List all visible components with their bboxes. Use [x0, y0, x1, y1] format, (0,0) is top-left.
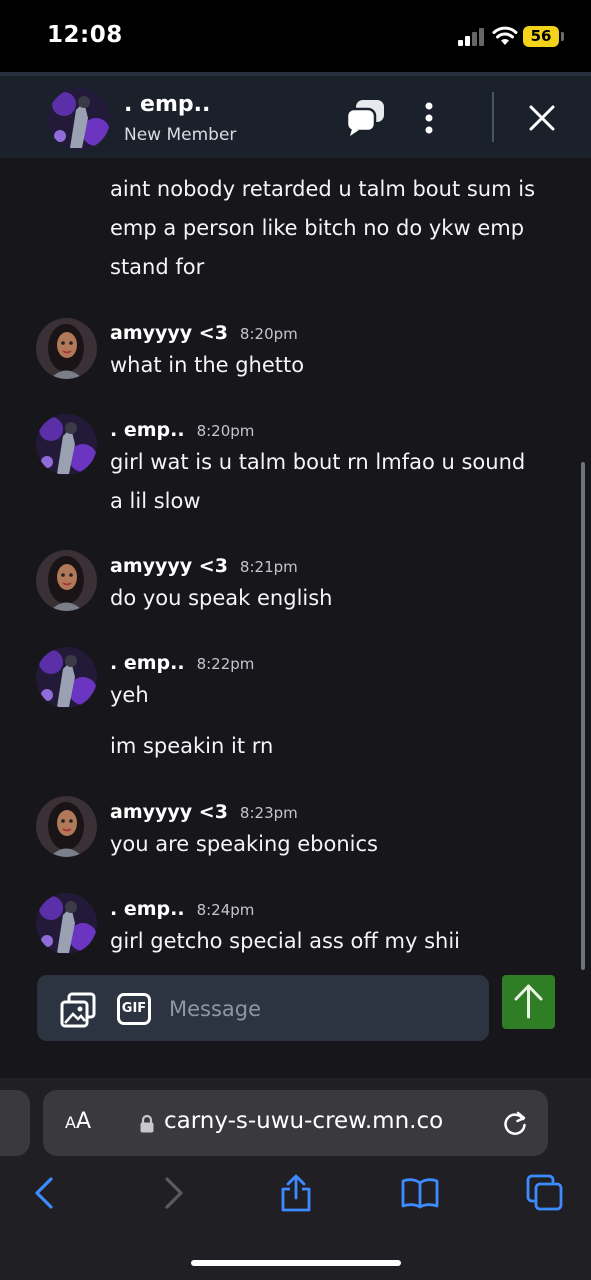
more-vertical-icon[interactable] [420, 100, 438, 136]
message-input[interactable] [167, 988, 471, 1030]
author-name[interactable]: . emp.. [110, 419, 185, 441]
wifi-icon [492, 26, 518, 45]
previous-tab[interactable] [0, 1090, 30, 1156]
message-text: do you speak english [110, 586, 333, 610]
message-header: amyyyy <3 8:23pm [110, 801, 298, 823]
send-button[interactable] [502, 975, 555, 1029]
chat-title: . emp.. [124, 92, 211, 117]
home-indicator [191, 1260, 401, 1266]
message-header: . emp.. 8:20pm [110, 419, 254, 441]
avatar[interactable] [36, 318, 97, 379]
avatar[interactable] [36, 893, 97, 954]
author-name[interactable]: . emp.. [110, 898, 185, 920]
message-text: what in the ghetto [110, 353, 305, 377]
avatar[interactable] [36, 647, 97, 708]
message-time: 8:22pm [196, 655, 255, 673]
message-text: aint nobody retarded u talm bout sum is … [110, 177, 536, 279]
reload-icon[interactable] [501, 1109, 529, 1137]
message-text: im speakin it rn [110, 734, 274, 758]
message-text: you are speaking ebonics [110, 832, 378, 856]
avatar[interactable] [36, 796, 97, 857]
message-time: 8:24pm [196, 901, 255, 919]
url-text[interactable]: carny-s-uwu-crew.mn.co [164, 1108, 443, 1134]
author-name[interactable]: amyyyy <3 [110, 555, 228, 577]
cellular-signal-icon [458, 28, 486, 46]
author-name[interactable]: amyyyy <3 [110, 322, 228, 344]
battery-nub [561, 32, 564, 41]
tabs-icon[interactable] [525, 1173, 565, 1213]
avatar[interactable] [36, 550, 97, 611]
address-bar[interactable]: AA carny-s-uwu-crew.mn.co [43, 1090, 548, 1156]
bookmarks-icon[interactable] [400, 1173, 440, 1213]
battery-level: 56 [523, 26, 559, 47]
message-time: 8:20pm [239, 325, 298, 343]
screen: 12:08 56 . emp.. New Member aint nobody … [0, 0, 591, 1280]
lock-icon [140, 1114, 154, 1133]
message-list: aint nobody retarded u talm bout sum is … [0, 158, 591, 970]
chats-icon[interactable] [344, 98, 386, 138]
message-header: amyyyy <3 8:20pm [110, 322, 298, 344]
message-composer: GIF [37, 975, 489, 1041]
message-text: yeh [110, 683, 149, 707]
author-name[interactable]: amyyyy <3 [110, 801, 228, 823]
message-time: 8:21pm [239, 558, 298, 576]
message-header: . emp.. 8:22pm [110, 652, 254, 674]
message-time: 8:20pm [196, 422, 255, 440]
back-icon[interactable] [26, 1173, 66, 1213]
status-time: 12:08 [47, 22, 123, 48]
chat-header: . emp.. New Member [0, 72, 591, 158]
author-name[interactable]: . emp.. [110, 652, 185, 674]
avatar[interactable] [48, 88, 110, 150]
avatar[interactable] [36, 414, 97, 475]
status-bar: 12:08 56 [0, 0, 591, 72]
scrollbar[interactable] [581, 462, 585, 970]
header-divider [492, 92, 494, 142]
member-role: New Member [124, 125, 237, 145]
message-time: 8:23pm [239, 804, 298, 822]
close-icon[interactable] [526, 102, 558, 134]
text-size-button[interactable]: AA [65, 1109, 91, 1134]
send-arrow-icon [514, 984, 543, 1019]
message-header: . emp.. 8:24pm [110, 898, 254, 920]
forward-icon[interactable] [152, 1173, 192, 1213]
browser-toolbar: AA carny-s-uwu-crew.mn.co [0, 1078, 591, 1280]
message-header: amyyyy <3 8:21pm [110, 555, 298, 577]
gif-icon[interactable]: GIF [117, 993, 151, 1025]
message-text: girl wat is u talm bout rn lmfao u sound… [110, 450, 526, 513]
gallery-icon[interactable] [59, 991, 97, 1029]
share-icon[interactable] [276, 1173, 316, 1213]
message-text: girl getcho special ass off my shii [110, 929, 461, 953]
